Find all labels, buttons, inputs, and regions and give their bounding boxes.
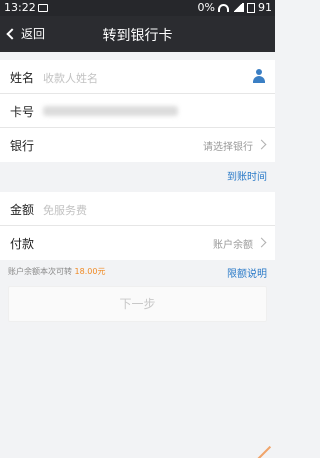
wifi-icon <box>218 3 229 12</box>
amount-input[interactable]: 免服务费 <box>43 202 87 218</box>
battery-icon <box>247 2 255 13</box>
battery-level: 91 <box>258 1 272 14</box>
nav-bar: 返回 转到银行卡 <box>0 16 275 52</box>
amount-label: 金额 <box>10 203 35 217</box>
card-number-label: 卡号 <box>10 105 35 119</box>
bank-row[interactable]: 银行 请选择银行 <box>0 128 275 162</box>
amount-row[interactable]: 金额 免服务费 <box>0 192 275 226</box>
card-number-input[interactable] <box>43 106 178 116</box>
contacts-icon[interactable] <box>252 69 266 83</box>
page-title: 转到银行卡 <box>102 28 173 44</box>
chevron-right-icon <box>256 139 267 150</box>
bank-select[interactable]: 请选择银行 <box>203 138 253 153</box>
status-bar: 13:22 0% 91 <box>0 0 275 16</box>
payment-row[interactable]: 付款 账户余额 <box>0 226 275 260</box>
name-label: 姓名 <box>10 71 35 85</box>
chevron-right-icon <box>256 237 267 248</box>
balance-amount: 18.00元 <box>74 267 106 276</box>
payment-label: 付款 <box>10 237 35 251</box>
decorative-corner <box>256 445 272 458</box>
balance-note-text: 账户余额本次可转 <box>8 267 72 276</box>
recipient-group: 姓名 收款人姓名 卡号 银行 请选择银行 <box>0 60 275 162</box>
amount-group: 金额 免服务费 付款 账户余额 <box>0 192 275 260</box>
card-number-row[interactable]: 卡号 <box>0 94 275 128</box>
next-button[interactable]: 下一步 <box>8 286 267 322</box>
battery-percent: 0% <box>197 1 215 14</box>
balance-note: 账户余额本次可转 18.00元 <box>8 266 105 277</box>
bank-label: 银行 <box>10 139 35 153</box>
signal-icon <box>232 3 244 12</box>
limit-info-link[interactable]: 限额说明 <box>227 265 267 280</box>
arrival-time-link[interactable]: 到账时间 <box>227 168 267 183</box>
payment-method-select[interactable]: 账户余额 <box>213 236 253 251</box>
image-notification-icon <box>38 4 48 12</box>
name-input[interactable]: 收款人姓名 <box>43 70 98 86</box>
status-time: 13:22 <box>4 1 36 14</box>
name-row[interactable]: 姓名 收款人姓名 <box>0 60 275 94</box>
